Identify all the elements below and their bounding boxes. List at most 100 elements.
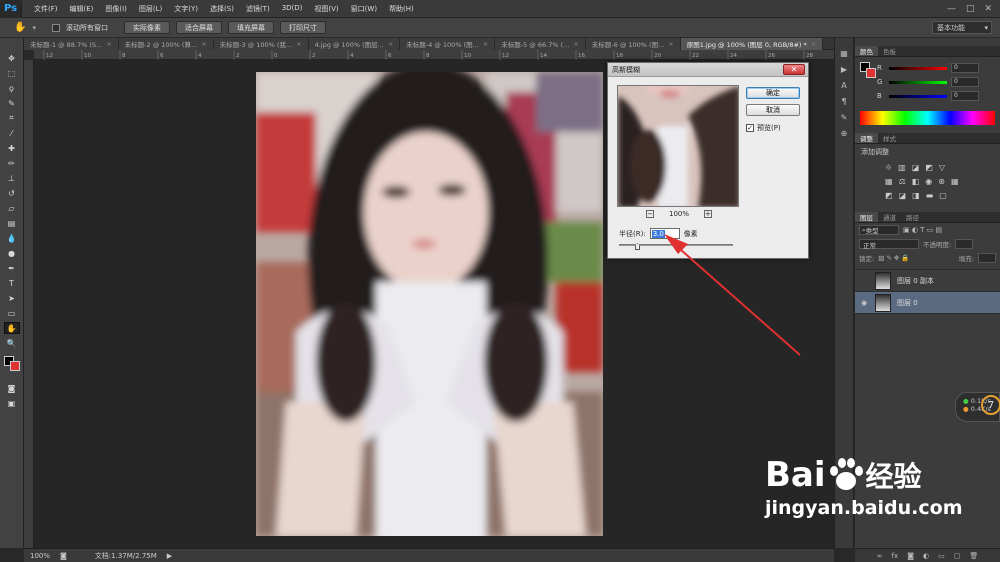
invert-icon[interactable]: ◩ xyxy=(885,191,893,200)
color-spectrum[interactable] xyxy=(860,111,995,125)
brush-preset-icon[interactable]: ✎ xyxy=(838,112,850,122)
menu-item[interactable]: 选择(S) xyxy=(204,4,240,14)
menu-item[interactable]: 视图(V) xyxy=(308,4,344,14)
trash-icon[interactable]: 🗑 xyxy=(969,552,978,560)
brush-tool-icon[interactable]: ✏ xyxy=(4,157,20,169)
tool-preset-dropdown[interactable]: ▾ xyxy=(32,24,36,32)
lasso-tool-icon[interactable]: ϙ xyxy=(4,82,20,94)
tab-channels[interactable]: 通道 xyxy=(878,212,901,222)
layer-row[interactable]: ◉ 图层 0 xyxy=(855,292,1000,314)
gradient-map-icon[interactable]: ▬ xyxy=(926,191,934,200)
dodge-tool-icon[interactable]: ● xyxy=(4,247,20,259)
eyedropper-tool-icon[interactable]: ⁄ xyxy=(4,127,20,139)
pen-tool-icon[interactable]: ✒ xyxy=(4,262,20,274)
panel-bg-swatch[interactable] xyxy=(866,68,876,78)
group-icon[interactable]: ▭ xyxy=(938,552,945,560)
fill-input[interactable] xyxy=(978,253,996,263)
dialog-titlebar[interactable]: 高斯模糊 ✕ xyxy=(608,63,808,77)
close-tab-icon[interactable]: × xyxy=(388,40,393,48)
green-slider[interactable] xyxy=(889,80,947,84)
layer-kind-select[interactable]: ⌕ 类型 xyxy=(859,225,899,235)
hue-sat-icon[interactable]: ▦ xyxy=(885,177,893,186)
history-brush-tool-icon[interactable]: ↺ xyxy=(4,187,20,199)
menu-item[interactable]: 滤镜(T) xyxy=(240,4,276,14)
character-icon[interactable]: A xyxy=(838,80,850,90)
document-tab[interactable]: 未标题-1 @ 88.7% (S... × xyxy=(24,38,119,50)
blue-slider[interactable] xyxy=(889,94,947,98)
tab-adjustments[interactable]: 调整 xyxy=(855,133,878,143)
tab-layers[interactable]: 图层 xyxy=(855,212,878,222)
blur-tool-icon[interactable]: 💧 xyxy=(4,232,20,244)
color-balance-icon[interactable]: ⚖ xyxy=(899,177,906,186)
adjustment-layer-icon[interactable]: ◐ xyxy=(923,552,929,560)
blue-value[interactable]: 0 xyxy=(951,91,979,101)
clone-stamp-tool-icon[interactable]: ⊥ xyxy=(4,172,20,184)
zoom-out-button[interactable]: − xyxy=(646,210,654,218)
close-tab-icon[interactable]: × xyxy=(201,40,206,48)
dialog-close-button[interactable]: ✕ xyxy=(783,64,805,75)
fx-icon[interactable]: fx xyxy=(892,552,899,560)
minimize-icon[interactable]: — xyxy=(947,4,956,14)
selective-color-icon[interactable]: ▢ xyxy=(939,191,947,200)
close-tab-icon[interactable]: × xyxy=(811,40,816,48)
path-select-tool-icon[interactable]: ➤ xyxy=(4,292,20,304)
add-mask-icon[interactable]: ◙ xyxy=(907,552,914,560)
document-tab[interactable]: 未标题-4 @ 100% (图... × xyxy=(400,38,496,50)
move-tool-icon[interactable]: ✥ xyxy=(4,52,20,64)
history-icon[interactable]: ▦ xyxy=(838,48,850,58)
document-tab[interactable]: 未标题-2 @ 100% (算... × xyxy=(118,38,214,50)
maximize-icon[interactable]: □ xyxy=(966,4,975,14)
levels-icon[interactable]: ▥ xyxy=(898,163,906,172)
close-tab-icon[interactable]: × xyxy=(573,40,578,48)
preview-option[interactable]: ✓ 预览(P) xyxy=(746,123,781,133)
preview-checkbox[interactable]: ✓ xyxy=(746,124,754,132)
status-zoom[interactable]: 100% xyxy=(30,552,50,560)
close-tab-icon[interactable]: × xyxy=(668,40,673,48)
actions-icon[interactable]: ▶ xyxy=(838,64,850,74)
fit-screen-button[interactable]: 适合屏幕 xyxy=(175,21,222,34)
bw-icon[interactable]: ◧ xyxy=(912,177,920,186)
healing-brush-tool-icon[interactable]: ✚ xyxy=(4,142,20,154)
menu-item[interactable]: 窗口(W) xyxy=(345,4,383,14)
hand-tool-icon[interactable]: ✋ xyxy=(14,22,26,33)
tab-color[interactable]: 颜色 xyxy=(855,46,878,56)
eye-icon[interactable]: ◉ xyxy=(859,299,869,307)
crop-tool-icon[interactable]: ⌗ xyxy=(4,112,20,124)
shape-tool-icon[interactable]: ▭ xyxy=(4,307,20,319)
lookup-icon[interactable]: ▦ xyxy=(951,177,959,186)
close-tab-icon[interactable]: × xyxy=(483,40,488,48)
status-menu-arrow-icon[interactable]: ▶ xyxy=(167,552,172,560)
red-value[interactable]: 0 xyxy=(951,63,979,73)
actual-pixels-button[interactable]: 实际像素 xyxy=(123,21,170,34)
screen-mode-icon[interactable]: ▣ xyxy=(4,397,20,409)
workspace-select[interactable]: 基本功能 ▾ xyxy=(932,21,992,34)
zoom-in-button[interactable]: + xyxy=(703,210,712,218)
eraser-tool-icon[interactable]: ▱ xyxy=(4,202,20,214)
ok-button[interactable]: 确定 xyxy=(746,87,800,99)
document-tab[interactable]: 未标题-5 @ 66.7% (... × xyxy=(495,38,586,50)
exposure-icon[interactable]: ◩ xyxy=(925,163,933,172)
menu-item[interactable]: 文字(Y) xyxy=(168,4,204,14)
opacity-input[interactable] xyxy=(955,239,974,249)
gradient-tool-icon[interactable]: ▤ xyxy=(4,217,20,229)
menu-item[interactable]: 文件(F) xyxy=(28,4,64,14)
quick-mask-icon[interactable]: ◙ xyxy=(4,382,20,394)
tab-swatches[interactable]: 色板 xyxy=(878,46,901,56)
link-layers-icon[interactable]: ∞ xyxy=(877,552,883,560)
document-tab[interactable]: 原图1.jpg @ 100% (图层 0, RGB/8#) * × xyxy=(680,38,824,50)
vibrance-icon[interactable]: ▽ xyxy=(939,163,945,172)
menu-item[interactable]: 3D(D) xyxy=(276,4,309,14)
background-color-swatch[interactable] xyxy=(9,361,20,371)
menu-item[interactable]: 编辑(E) xyxy=(64,4,100,14)
green-value[interactable]: 0 xyxy=(951,77,979,87)
lock-icons[interactable]: ▨ ✎ ✥ 🔒 xyxy=(878,254,909,262)
close-tab-icon[interactable]: × xyxy=(106,40,111,48)
zoom-tool-icon[interactable]: 🔍 xyxy=(4,337,20,349)
layer-row[interactable]: 图层 0 副本 xyxy=(855,270,1000,292)
channel-mixer-icon[interactable]: ⊛ xyxy=(938,177,945,186)
scroll-all-checkbox[interactable] xyxy=(51,23,60,32)
speed-badge[interactable]: 7 xyxy=(981,395,1000,415)
red-slider[interactable] xyxy=(889,66,947,70)
quick-select-tool-icon[interactable]: ✎ xyxy=(4,97,20,109)
clone-source-icon[interactable]: ⊕ xyxy=(838,128,850,138)
